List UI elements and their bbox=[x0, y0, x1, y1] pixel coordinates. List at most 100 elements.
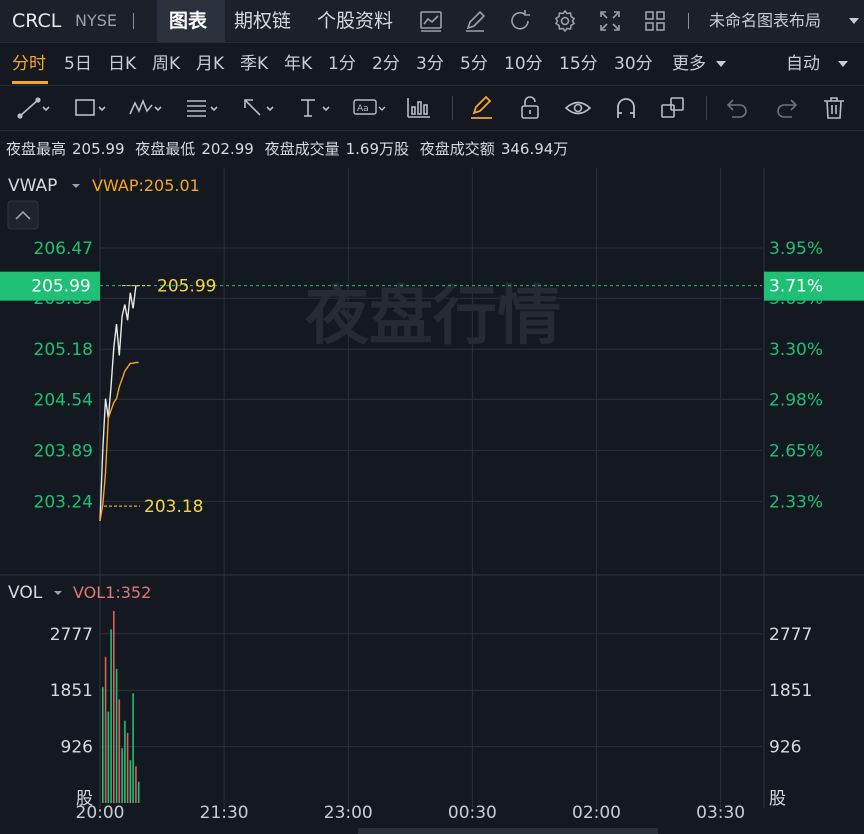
vol-tick-label-left: 926 bbox=[61, 738, 93, 758]
period-2m[interactable]: 2分 bbox=[372, 43, 400, 85]
lock-icon[interactable] bbox=[514, 95, 548, 121]
divider bbox=[133, 13, 134, 29]
period-1m[interactable]: 1分 bbox=[328, 43, 356, 85]
tab-company-profile[interactable]: 个股资料 bbox=[317, 0, 393, 42]
vwap-value: VWAP:205.01 bbox=[92, 176, 200, 195]
vol-dropdown-icon[interactable] bbox=[54, 591, 62, 595]
period-3m[interactable]: 3分 bbox=[416, 43, 444, 85]
refresh-icon[interactable] bbox=[507, 8, 533, 34]
current-pct-tag-right: 3.71% bbox=[764, 271, 864, 301]
low-marker-label: 203.18 bbox=[144, 497, 203, 517]
magnet-icon[interactable] bbox=[610, 95, 644, 121]
divider bbox=[688, 13, 689, 29]
volume-bar bbox=[129, 760, 132, 803]
trash-icon[interactable] bbox=[818, 95, 852, 121]
tab-options-chain[interactable]: 期权链 bbox=[234, 0, 291, 42]
trend-line-icon[interactable] bbox=[16, 95, 50, 121]
volume-bar bbox=[121, 748, 123, 803]
drawing-toolbar: Aa bbox=[0, 86, 864, 131]
night-session-summary: 夜盘最高 205.99 夜盘最低 202.99 夜盘成交量 1.69万股 夜盘成交额 3… bbox=[0, 131, 864, 167]
volume-bar bbox=[135, 766, 137, 803]
collapse-button[interactable] bbox=[7, 200, 39, 230]
indicator-icon[interactable] bbox=[404, 95, 438, 121]
divider bbox=[452, 96, 453, 120]
period-weekly[interactable]: 周K bbox=[152, 43, 180, 85]
current-price-label: 205.99 bbox=[31, 277, 90, 297]
current-pct-label: 3.71% bbox=[769, 277, 823, 297]
volume-bar bbox=[132, 693, 134, 803]
volume-bar bbox=[107, 711, 110, 803]
vwap-line bbox=[99, 361, 139, 522]
vol-indicator-name[interactable]: VOL bbox=[8, 583, 43, 603]
vol-tick-label-left: 2777 bbox=[50, 625, 93, 645]
current-price-tag-left: 205.99 bbox=[0, 271, 100, 301]
top-header: CRCL NYSE 图表 期权链 个股资料 未命名图表布局 bbox=[0, 0, 864, 43]
grid-layout-icon[interactable] bbox=[642, 8, 668, 34]
price-tick-label: 205.18 bbox=[34, 340, 93, 360]
gear-icon[interactable] bbox=[552, 8, 578, 34]
low-marker: 203.18 bbox=[104, 497, 203, 517]
redo-icon[interactable] bbox=[770, 95, 804, 121]
volume-bar bbox=[115, 668, 118, 803]
tab-chart[interactable]: 图表 bbox=[169, 0, 207, 42]
annotation-icon[interactable]: Aa bbox=[352, 95, 386, 121]
period-10m[interactable]: 10分 bbox=[504, 43, 543, 85]
price-line bbox=[99, 284, 139, 522]
scale-mode-chevron-icon[interactable] bbox=[838, 61, 848, 67]
line-chart-icon[interactable] bbox=[418, 8, 444, 34]
period-15m[interactable]: 15分 bbox=[559, 43, 598, 85]
layers-icon[interactable] bbox=[658, 95, 692, 121]
time-axis: 20:00 21:30 23:00 00:30 02:00 03:30 bbox=[76, 803, 746, 823]
volume-bars bbox=[102, 611, 140, 804]
layout-name[interactable]: 未命名图表布局 bbox=[709, 0, 821, 42]
period-more[interactable]: 更多 bbox=[672, 43, 706, 85]
volume-bar bbox=[110, 629, 112, 803]
volume-bar bbox=[137, 781, 140, 803]
fullscreen-icon[interactable] bbox=[597, 8, 623, 34]
volume-axis: 2777 2777 1851 1851 926 926 bbox=[50, 625, 813, 758]
indicator-dropdown-icon[interactable] bbox=[72, 184, 80, 188]
low-label: 夜盘最低 bbox=[135, 140, 196, 158]
low-value: 202.99 bbox=[201, 140, 254, 158]
period-yearly[interactable]: 年K bbox=[284, 43, 312, 85]
text-icon[interactable] bbox=[296, 95, 330, 121]
x-tick-label: 03:30 bbox=[696, 803, 745, 823]
high-marker-label: 205.99 bbox=[157, 277, 216, 297]
period-daily[interactable]: 日K bbox=[108, 43, 136, 85]
pattern-icon[interactable] bbox=[128, 95, 162, 121]
high-value: 205.99 bbox=[72, 140, 125, 158]
x-tick-label: 20:00 bbox=[76, 803, 125, 823]
rectangle-icon[interactable] bbox=[72, 95, 106, 121]
volume-value: 1.69万股 bbox=[345, 140, 410, 158]
price-tick-label: 206.47 bbox=[34, 239, 93, 259]
horizontal-scrollbar[interactable] bbox=[358, 828, 658, 834]
exchange-label: NYSE bbox=[75, 11, 118, 30]
period-5d[interactable]: 5日 bbox=[64, 43, 92, 85]
ticker-symbol[interactable]: CRCL bbox=[12, 0, 61, 42]
period-monthly[interactable]: 月K bbox=[196, 43, 224, 85]
more-chevron-icon[interactable] bbox=[716, 61, 726, 67]
eye-icon[interactable] bbox=[562, 95, 596, 121]
period-5m[interactable]: 5分 bbox=[460, 43, 488, 85]
chevron-down-icon[interactable] bbox=[849, 18, 859, 24]
svg-text:Aa: Aa bbox=[357, 104, 369, 114]
edit-icon[interactable] bbox=[462, 8, 488, 34]
highlighter-icon[interactable] bbox=[466, 95, 500, 121]
undo-icon[interactable] bbox=[720, 95, 754, 121]
x-tick-label: 00:30 bbox=[448, 803, 497, 823]
vol-unit-right: 股 bbox=[769, 789, 786, 809]
main-indicator-name[interactable]: VWAP bbox=[8, 176, 57, 196]
intraday-chart[interactable]: 夜盘行情 VWAP VWAP:205.01 206.47205.83205.18… bbox=[0, 168, 864, 834]
x-tick-label: 23:00 bbox=[324, 803, 373, 823]
arrow-icon[interactable] bbox=[240, 95, 274, 121]
vol-tick-label-left: 1851 bbox=[50, 681, 93, 701]
vol-value: VOL1:352 bbox=[73, 583, 151, 602]
divider bbox=[706, 96, 707, 120]
period-quarterly[interactable]: 季K bbox=[240, 43, 268, 85]
volume-bar bbox=[118, 699, 121, 803]
fibonacci-icon[interactable] bbox=[184, 95, 218, 121]
scale-mode[interactable]: 自动 bbox=[786, 43, 820, 85]
period-30m[interactable]: 30分 bbox=[614, 43, 653, 85]
period-intraday[interactable]: 分时 bbox=[12, 43, 46, 85]
watermark: 夜盘行情 bbox=[304, 280, 561, 354]
